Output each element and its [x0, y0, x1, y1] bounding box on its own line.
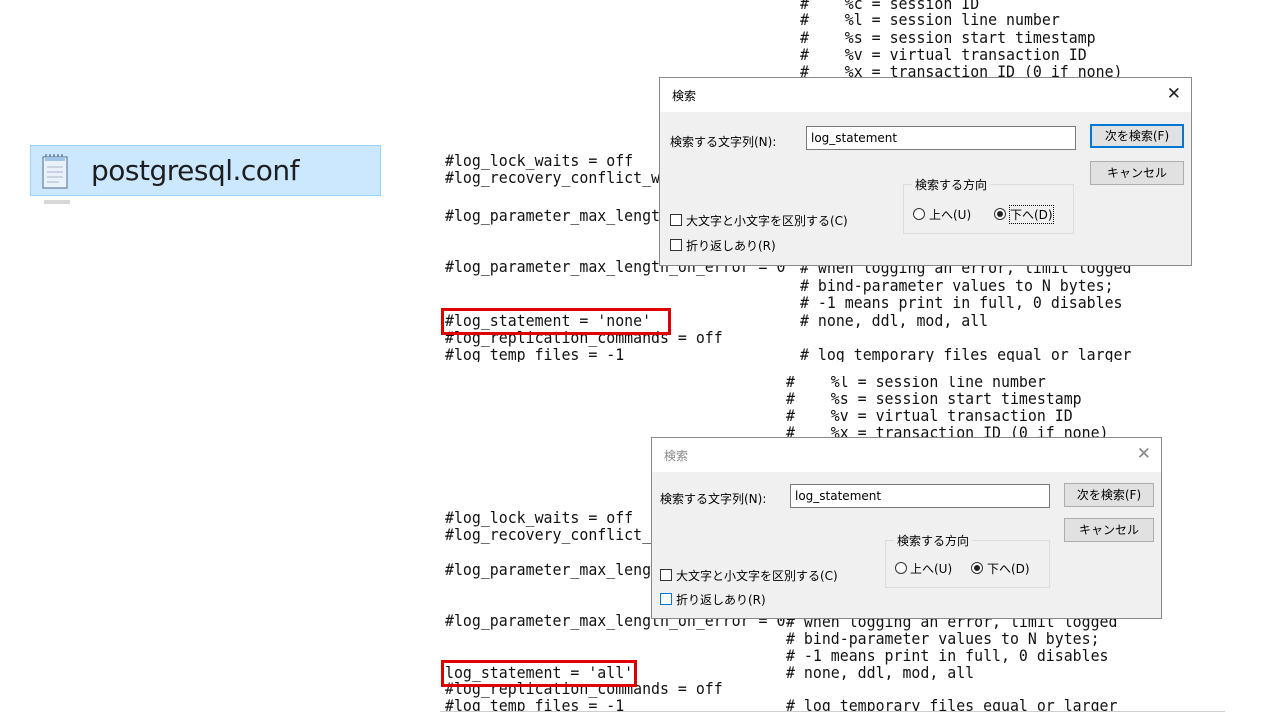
cancel-button[interactable]: キャンセル: [1064, 518, 1154, 542]
radio-down-label: 下へ(D): [1009, 205, 1054, 224]
code-line: # bind-parameter values to N bytes;: [786, 629, 1100, 648]
code-line: # %v = virtual transaction ID: [800, 45, 1087, 64]
match-case-checkbox[interactable]: [670, 214, 682, 226]
code-line: #log_lock_waits = off: [445, 508, 634, 527]
direction-group: 検索する方向 上へ(U) 下へ(D): [903, 176, 1074, 234]
match-case-label: 大文字と小文字を区別する(C): [686, 214, 848, 228]
search-label: 検索する文字列(N):: [660, 492, 767, 506]
radio-down-label: 下へ(D): [987, 562, 1030, 576]
dialog-title: 検索: [664, 449, 689, 463]
code-line: # %l = session line number: [786, 376, 1046, 391]
dialog-title: 検索: [672, 89, 697, 103]
wrap-around-label: 折り返しあり(R): [676, 593, 766, 607]
code-line: # none, ddl, mod, all: [786, 663, 975, 682]
direction-legend: 検索する方向: [912, 176, 991, 193]
find-dialog-inactive: 検索 ✕ 検索する文字列(N): log_statement 次を検索(F) キ…: [651, 437, 1162, 619]
file-item-postgresql-conf[interactable]: postgresql.conf: [30, 145, 381, 196]
direction-legend: 検索する方向: [894, 532, 973, 549]
code-line: # -1 means print in full, 0 disables: [786, 646, 1109, 665]
code-line: # none, ddl, mod, all: [800, 311, 989, 330]
code-line: # %s = session start timestamp: [800, 28, 1096, 47]
match-case-label: 大文字と小文字を区別する(C): [676, 569, 838, 583]
close-icon[interactable]: ✕: [1137, 444, 1151, 464]
find-dialog-active: 検索 ✕ 検索する文字列(N): log_statement 次を検索(F) キ…: [659, 77, 1192, 266]
find-next-button[interactable]: 次を検索(F): [1064, 483, 1154, 507]
close-icon[interactable]: ✕: [1167, 84, 1181, 104]
search-label: 検索する文字列(N):: [670, 135, 777, 149]
direction-group: 検索する方向 上へ(U) 下へ(D): [885, 532, 1050, 588]
search-input[interactable]: log_statement: [790, 484, 1050, 508]
code-line: # log temporary files equal or larger: [786, 696, 1118, 713]
code-line: # %v = virtual transaction ID: [786, 406, 1073, 425]
notepad-file-icon: [42, 154, 68, 189]
code-line: # %l = session line number: [800, 10, 1060, 29]
code-line: # %s = session start timestamp: [786, 389, 1082, 408]
dialog-titlebar[interactable]: 検索 ✕: [652, 438, 1161, 472]
code-line: #log_lock_waits = off: [445, 151, 634, 170]
file-item-partial: [44, 200, 70, 204]
highlight-box-before: [441, 308, 671, 335]
wrap-around-label: 折り返しあり(R): [686, 239, 776, 253]
code-line: # log temporary files equal or larger: [800, 345, 1132, 363]
code-line: #log_temp_files = -1: [445, 696, 625, 713]
code-line: # bind-parameter values to N bytes;: [800, 276, 1114, 295]
search-input[interactable]: log_statement: [806, 126, 1076, 150]
radio-up-label: 上へ(U): [910, 562, 953, 576]
code-line: #log_temp_files = -1: [445, 345, 625, 363]
divider: [440, 711, 1225, 712]
cancel-button[interactable]: キャンセル: [1090, 161, 1184, 185]
highlight-box-after: [441, 660, 637, 687]
radio-up[interactable]: [913, 208, 925, 220]
radio-up-label: 上へ(U): [929, 208, 972, 222]
radio-down[interactable]: [971, 562, 983, 574]
file-name: postgresql.conf: [91, 154, 300, 187]
dialog-titlebar[interactable]: 検索 ✕: [660, 78, 1191, 112]
find-next-button[interactable]: 次を検索(F): [1090, 124, 1184, 148]
wrap-around-checkbox[interactable]: [660, 593, 672, 605]
radio-down[interactable]: [994, 208, 1006, 220]
code-line: # -1 means print in full, 0 disables: [800, 293, 1123, 312]
wrap-around-checkbox[interactable]: [670, 239, 682, 251]
match-case-checkbox[interactable]: [660, 569, 672, 581]
radio-up[interactable]: [895, 562, 907, 574]
